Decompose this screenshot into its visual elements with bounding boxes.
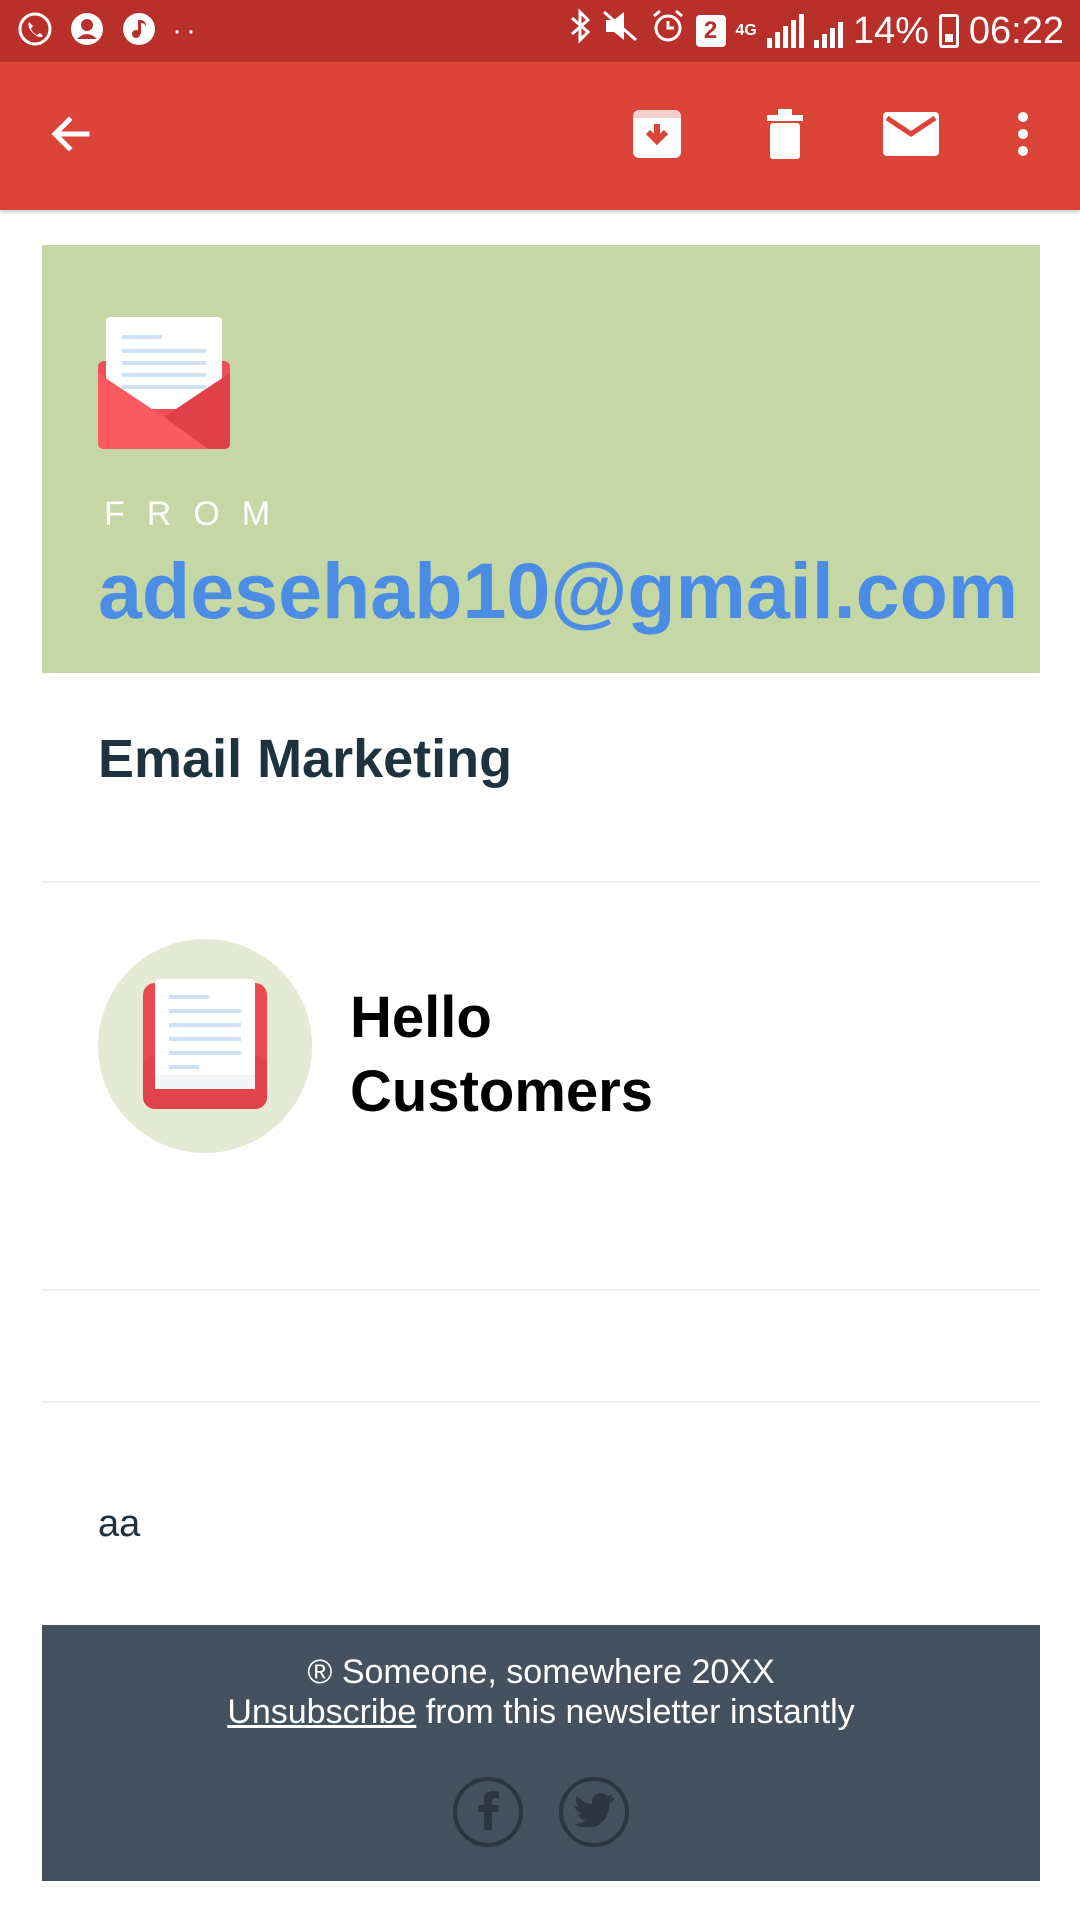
whatsapp-icon	[16, 10, 54, 53]
sender-email-link[interactable]: adesehab10@gmail.com	[98, 545, 1018, 637]
twitter-icon	[574, 1792, 614, 1832]
more-options-button[interactable]	[968, 62, 1078, 210]
archive-icon	[631, 108, 683, 165]
from-label: FROM	[104, 495, 293, 533]
unsubscribe-text: from this newsletter instantly	[416, 1693, 855, 1731]
sim-badge: 2	[695, 15, 726, 47]
facebook-icon	[475, 1790, 501, 1835]
body-section: aa	[42, 1403, 1040, 1625]
back-button[interactable]	[16, 62, 126, 210]
more-vert-icon	[1016, 111, 1030, 162]
delete-button[interactable]	[730, 62, 840, 210]
status-bar: ·· 2 4G 14% 06:22	[0, 0, 1080, 62]
social-links	[42, 1777, 1040, 1847]
newsletter-footer: ® Someone, somewhere 20XX Unsubscribe fr…	[42, 1625, 1040, 1881]
network-type: 4G	[735, 22, 757, 39]
greeting-section: Hello Customers	[42, 883, 1040, 1291]
mark-unread-button[interactable]	[856, 62, 966, 210]
battery-icon	[938, 14, 959, 48]
open-envelope-icon	[98, 317, 230, 449]
from-panel: FROM adesehab10@gmail.com	[42, 245, 1040, 673]
facebook-button[interactable]	[453, 1777, 523, 1847]
account-icon	[68, 10, 106, 53]
unsubscribe-link[interactable]: Unsubscribe	[227, 1693, 416, 1731]
email-subject: Email Marketing	[98, 729, 513, 789]
greeting-heading: Hello Customers	[350, 985, 653, 1124]
signal-2-icon	[813, 14, 843, 48]
back-arrow-icon	[47, 110, 95, 163]
unsubscribe-line: Unsubscribe from this newsletter instant…	[42, 1693, 1040, 1732]
archive-button[interactable]	[602, 62, 712, 210]
mute-icon	[602, 8, 640, 54]
more-notifications-icon: ··	[172, 14, 200, 47]
music-icon	[120, 10, 158, 53]
battery-percent: 14%	[852, 9, 929, 52]
twitter-button[interactable]	[559, 1777, 629, 1847]
divider-section	[42, 1291, 1040, 1403]
bluetooth-icon	[568, 8, 592, 54]
alarm-icon	[650, 8, 686, 54]
subject-section: Email Marketing	[42, 673, 1040, 883]
app-toolbar	[0, 62, 1080, 210]
copyright-text: ® Someone, somewhere 20XX	[307, 1653, 775, 1691]
signal-icon	[766, 14, 804, 48]
clock: 06:22	[968, 9, 1064, 52]
mail-icon	[883, 111, 939, 161]
email-content: FROM adesehab10@gmail.com Email Marketin…	[42, 245, 1040, 1881]
document-icon	[143, 978, 267, 1114]
delete-icon	[765, 108, 805, 164]
document-badge	[98, 939, 312, 1153]
email-body-text: aa	[98, 1503, 141, 1545]
